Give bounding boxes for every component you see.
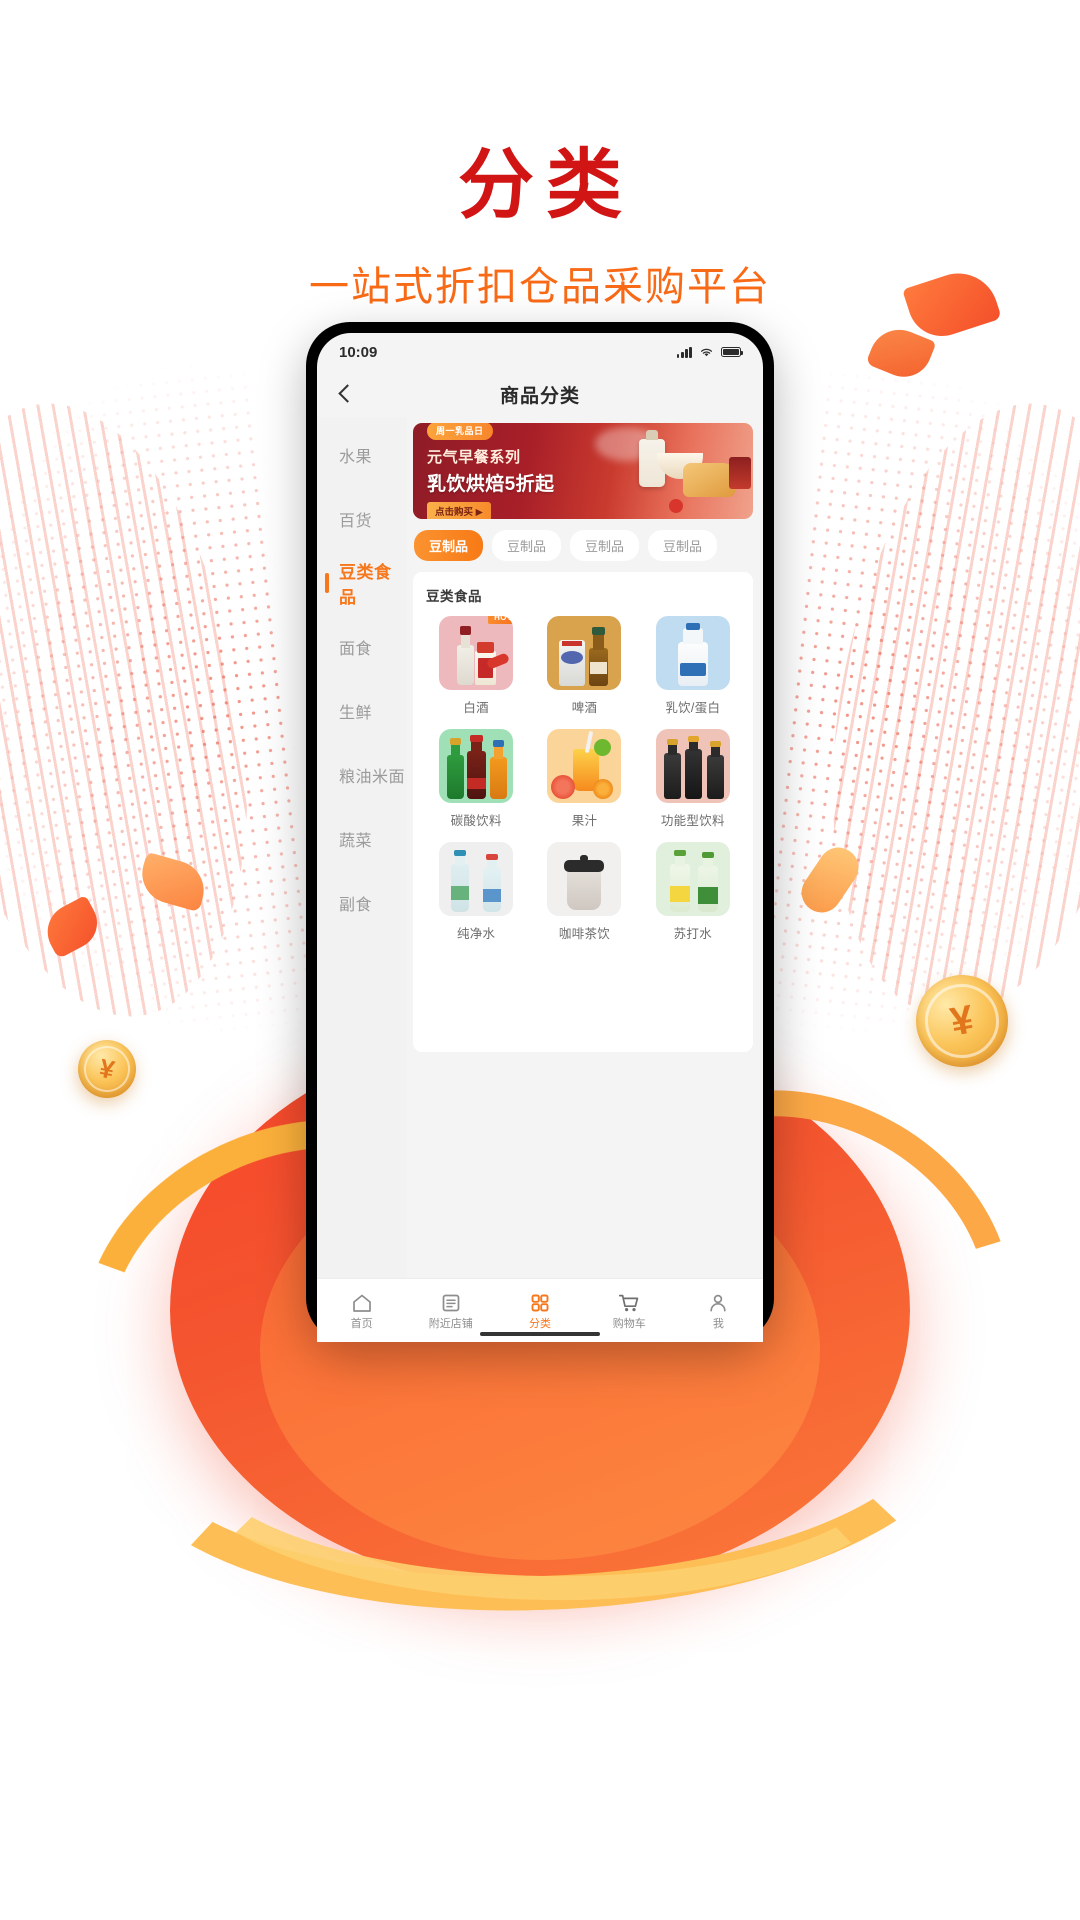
- grid-item-coffee[interactable]: 咖啡茶饮: [534, 842, 634, 942]
- home-indicator: [480, 1332, 600, 1336]
- juice-thumbnail: [547, 729, 622, 803]
- app-navbar: 商品分类: [317, 371, 763, 417]
- energy-thumbnail: [655, 729, 730, 803]
- promo-banner-text: 周一乳品日 元气早餐系列 乳饮烘焙5折起 点击购买 ▶: [413, 423, 554, 519]
- grid-item-energy[interactable]: 功能型饮料: [643, 729, 743, 829]
- subcategory-tabs[interactable]: 豆制品 豆制品 豆制品 豆制品: [413, 530, 753, 561]
- sidebar-item-label: 蔬菜: [339, 833, 373, 850]
- grid-item-label: 乳饮/蛋白: [665, 701, 721, 715]
- sidebar-item-label: 生鲜: [339, 705, 373, 722]
- cart-icon: [617, 1291, 641, 1315]
- category-content: 周一乳品日 元气早餐系列 乳饮烘焙5折起 点击购买 ▶ 豆制品 豆制品 豆制品 …: [407, 417, 763, 1278]
- panel-title: 豆类食品: [426, 589, 482, 604]
- bread-shape: [683, 463, 735, 497]
- promo-buy-button[interactable]: 点击购买 ▶: [427, 501, 491, 519]
- tabbar-item-nearby[interactable]: 附近店铺: [406, 1291, 495, 1330]
- water-thumbnail: [439, 842, 514, 916]
- wifi-icon: [700, 348, 713, 357]
- grid-item-label: 纯净水: [456, 927, 496, 941]
- sidebar-item-label: 面食: [339, 641, 373, 658]
- sidebar-item-fresh[interactable]: 生鲜: [317, 679, 407, 743]
- promo-banner[interactable]: 周一乳品日 元气早餐系列 乳饮烘焙5折起 点击购买 ▶: [413, 423, 753, 519]
- status-bar-icons: [676, 346, 744, 358]
- tabbar-item-category[interactable]: 分类: [495, 1291, 584, 1330]
- tabbar-label: 首页: [350, 1318, 373, 1330]
- berry-shape: [669, 499, 683, 513]
- grid-item-pijiu[interactable]: 啤酒: [534, 616, 634, 716]
- sidebar-item-label: 副食: [339, 897, 373, 914]
- grid-item-dairy[interactable]: 乳饮/蛋白: [643, 616, 743, 716]
- grid-item-juice[interactable]: 果汁: [534, 729, 634, 829]
- status-bar: 10:09: [317, 333, 763, 371]
- sidebar-item-label: 豆类食品: [339, 563, 392, 607]
- grid-icon: [528, 1291, 552, 1315]
- grid-item-label: 功能型饮料: [660, 814, 725, 828]
- sidebar-item-label: 百货: [339, 513, 373, 530]
- jam-jar-shape: [729, 457, 751, 489]
- user-icon: [706, 1291, 730, 1315]
- status-bar-time: 10:09: [339, 343, 378, 361]
- tabbar-label: 购物车: [612, 1318, 646, 1330]
- page-title: 分类: [458, 143, 634, 228]
- promo-banner-artwork: [595, 423, 753, 519]
- store-icon: [439, 1291, 463, 1315]
- grid-item-baijiu[interactable]: HOT 白酒: [426, 616, 526, 716]
- coffee-thumbnail: [547, 842, 622, 916]
- grid-item-sparkling[interactable]: 苏打水: [643, 842, 743, 942]
- grid-item-label: 啤酒: [571, 701, 598, 715]
- grid-item-label: 白酒: [463, 701, 489, 715]
- dairy-thumbnail: [655, 616, 730, 690]
- hero-section: 分类 一站式折扣仓品采购平台: [0, 0, 1080, 312]
- category-sidebar[interactable]: 水果 百货 豆类食品 面食 生鲜 粮油米面 蔬菜 副食: [317, 417, 407, 1278]
- grid-item-label: 咖啡茶饮: [558, 927, 611, 941]
- phone-mockup: 10:09 商品分类 水果 百货 豆类食品 面食 生鲜 粮油米面 蔬菜 副食 周…: [306, 322, 774, 1342]
- navbar-title: 商品分类: [499, 385, 580, 407]
- tab-doufu-1[interactable]: 豆制品: [414, 530, 484, 561]
- sidebar-item-fruit[interactable]: 水果: [317, 423, 407, 487]
- tabbar-item-home[interactable]: 首页: [317, 1291, 406, 1330]
- back-chevron-icon[interactable]: [335, 384, 355, 404]
- sidebar-item-grain[interactable]: 粮油米面: [317, 743, 407, 807]
- grid-item-label: 苏打水: [673, 927, 713, 941]
- grid-item-label: 碳酸饮料: [450, 814, 502, 828]
- soda-thumbnail: [439, 729, 514, 803]
- product-grid: HOT 白酒 啤酒 乳饮/蛋白 碳酸饮料 果汁 功能型饮料 纯净水 咖啡茶饮 苏…: [426, 616, 743, 942]
- grid-item-label: 果汁: [571, 814, 598, 828]
- tab-doufu-2[interactable]: 豆制品: [492, 530, 562, 561]
- grid-item-soda[interactable]: 碳酸饮料: [426, 729, 526, 829]
- product-grid-panel: 豆类食品 HOT 白酒 啤酒 乳饮/蛋白 碳酸饮料 果汁 功能型饮料 纯净水 咖…: [413, 572, 753, 1052]
- battery-icon: [721, 347, 744, 357]
- grid-item-water[interactable]: 纯净水: [426, 842, 526, 942]
- pijiu-thumbnail: [547, 616, 622, 690]
- promo-badge: 周一乳品日: [427, 423, 493, 440]
- tabbar-label: 分类: [529, 1318, 551, 1330]
- phone-screen: 10:09 商品分类 水果 百货 豆类食品 面食 生鲜 粮油米面 蔬菜 副食 周…: [317, 333, 763, 1342]
- hot-badge: HOT: [488, 616, 514, 624]
- home-icon: [350, 1291, 374, 1315]
- sidebar-item-veggies[interactable]: 蔬菜: [317, 807, 407, 871]
- sparkling-thumbnail: [655, 842, 730, 916]
- tabbar-label: 附近店铺: [428, 1318, 473, 1330]
- sidebar-item-sides[interactable]: 副食: [317, 871, 407, 935]
- tabbar-item-cart[interactable]: 购物车: [585, 1291, 674, 1330]
- sidebar-item-label: 水果: [339, 449, 373, 466]
- cellular-signal-icon: [676, 346, 692, 358]
- tabbar-label: 我: [712, 1318, 724, 1330]
- sidebar-item-general[interactable]: 百货: [317, 487, 407, 551]
- tab-doufu-3[interactable]: 豆制品: [570, 530, 640, 561]
- sidebar-item-label: 粮油米面: [339, 769, 406, 786]
- baijiu-thumbnail: HOT: [439, 616, 514, 690]
- sidebar-item-beans[interactable]: 豆类食品: [317, 551, 407, 615]
- sidebar-item-noodles[interactable]: 面食: [317, 615, 407, 679]
- category-body: 水果 百货 豆类食品 面食 生鲜 粮油米面 蔬菜 副食 周一乳品日 元气早餐系列…: [317, 417, 763, 1278]
- promo-line-2: 乳饮烘焙5折起: [427, 473, 555, 495]
- tabbar-item-profile[interactable]: 我: [674, 1291, 763, 1330]
- promo-line-1: 元气早餐系列: [427, 448, 521, 466]
- tab-doufu-4[interactable]: 豆制品: [648, 530, 718, 561]
- page-subtitle: 一站式折扣仓品采购平台: [309, 265, 771, 309]
